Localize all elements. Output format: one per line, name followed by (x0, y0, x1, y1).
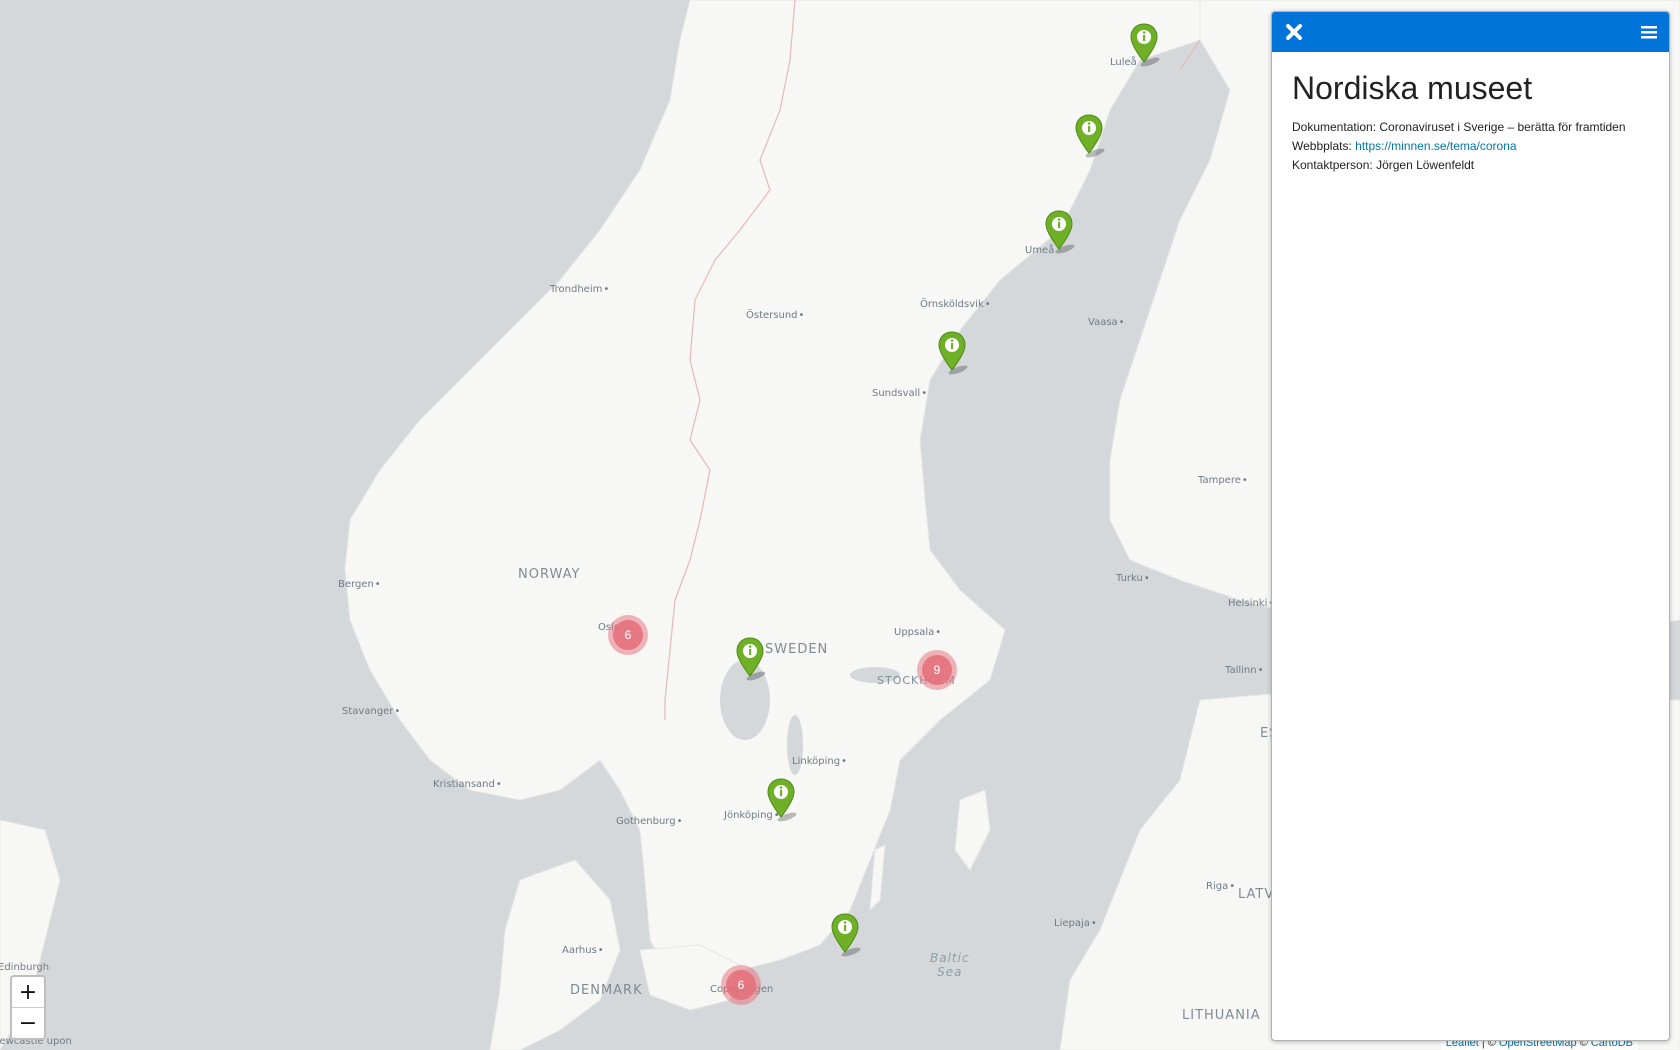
documentation-line: Dokumentation: Coronaviruset i Sverige –… (1292, 119, 1649, 135)
city-label-tallinn: Tallinn (1225, 665, 1264, 676)
cluster-count: 9 (922, 655, 952, 685)
country-label-sweden: SWEDEN (765, 642, 829, 657)
pin-icon (831, 913, 861, 957)
map-marker[interactable] (1043, 209, 1075, 255)
map-marker[interactable] (734, 636, 766, 682)
map-marker[interactable] (765, 777, 797, 823)
marker-cluster[interactable]: 6 (721, 965, 761, 1005)
city-label-tampere: Tampere (1198, 475, 1248, 486)
close-icon[interactable] (1284, 22, 1304, 42)
city-label-helsinki: Helsinki (1228, 598, 1274, 609)
map-marker[interactable] (829, 912, 861, 958)
map-marker[interactable] (1073, 113, 1105, 159)
documentation-label: Dokumentation: (1292, 120, 1380, 134)
city-label-liepaja: Liepaja (1054, 918, 1097, 929)
cluster-count: 6 (726, 970, 756, 1000)
map-marker[interactable] (936, 330, 968, 376)
zoom-out-button[interactable]: − (12, 1008, 44, 1038)
city-label-bergen: Bergen (338, 579, 381, 590)
country-label-norway: NORWAY (518, 567, 581, 582)
city-label-trondheim: Trondheim (550, 284, 609, 295)
country-label-lithuania: LITHUANIA (1182, 1008, 1261, 1023)
city-label-riga: Riga (1206, 881, 1235, 892)
marker-cluster[interactable]: 9 (917, 650, 957, 690)
marker-cluster[interactable]: 6 (608, 615, 648, 655)
hamburger-icon[interactable] (1641, 25, 1657, 39)
city-label-linkoping: Linköping (792, 756, 847, 767)
sea-label-baltic: Baltic Sea (930, 951, 970, 979)
info-sidebar: Nordiska museet Dokumentation: Coronavir… (1271, 11, 1670, 1041)
city-label-sundsvall: Sundsvall (872, 388, 927, 399)
contact-value: Jörgen Löwenfeldt (1376, 158, 1475, 172)
city-label-stavanger: Stavanger (342, 706, 400, 717)
sidebar-title: Nordiska museet (1292, 70, 1533, 106)
zoom-in-button[interactable]: + (12, 977, 44, 1008)
city-label-ostersund: Östersund (746, 310, 804, 321)
city-label-ornskoldsvik: Örnsköldsvik (920, 299, 991, 310)
sidebar-body: Nordiska museet Dokumentation: Coronavir… (1272, 52, 1669, 194)
pin-icon (1130, 23, 1160, 67)
sidebar-header (1272, 12, 1669, 52)
city-label-gothenburg: Gothenburg (616, 816, 683, 827)
documentation-value: Coronaviruset i Sverige – berätta för fr… (1379, 120, 1626, 134)
pin-icon (1075, 114, 1105, 158)
website-link[interactable]: https://minnen.se/tema/corona (1355, 139, 1516, 153)
pin-icon (938, 331, 968, 375)
city-label-edinburgh: Edinburgh (0, 962, 50, 973)
contact-label: Kontaktperson: (1292, 158, 1377, 172)
city-label-aarhus: Aarhus (562, 945, 604, 956)
website-label: Webbplats: (1292, 139, 1356, 153)
pin-icon (736, 637, 766, 681)
pin-icon (1045, 210, 1075, 254)
city-label-turku: Turku (1116, 573, 1150, 584)
zoom-control: + − (10, 975, 46, 1040)
contact-line: Kontaktperson: Jörgen Löwenfeldt (1292, 157, 1649, 173)
city-label-uppsala: Uppsala (894, 627, 941, 638)
map-marker[interactable] (1128, 22, 1160, 68)
website-line: Webbplats: https://minnen.se/tema/corona (1292, 138, 1649, 154)
pin-icon (767, 778, 797, 822)
cluster-count: 6 (613, 620, 643, 650)
city-label-kristiansand: Kristiansand (433, 779, 502, 790)
country-label-denmark: DENMARK (570, 983, 643, 998)
city-label-vaasa: Vaasa (1088, 317, 1125, 328)
